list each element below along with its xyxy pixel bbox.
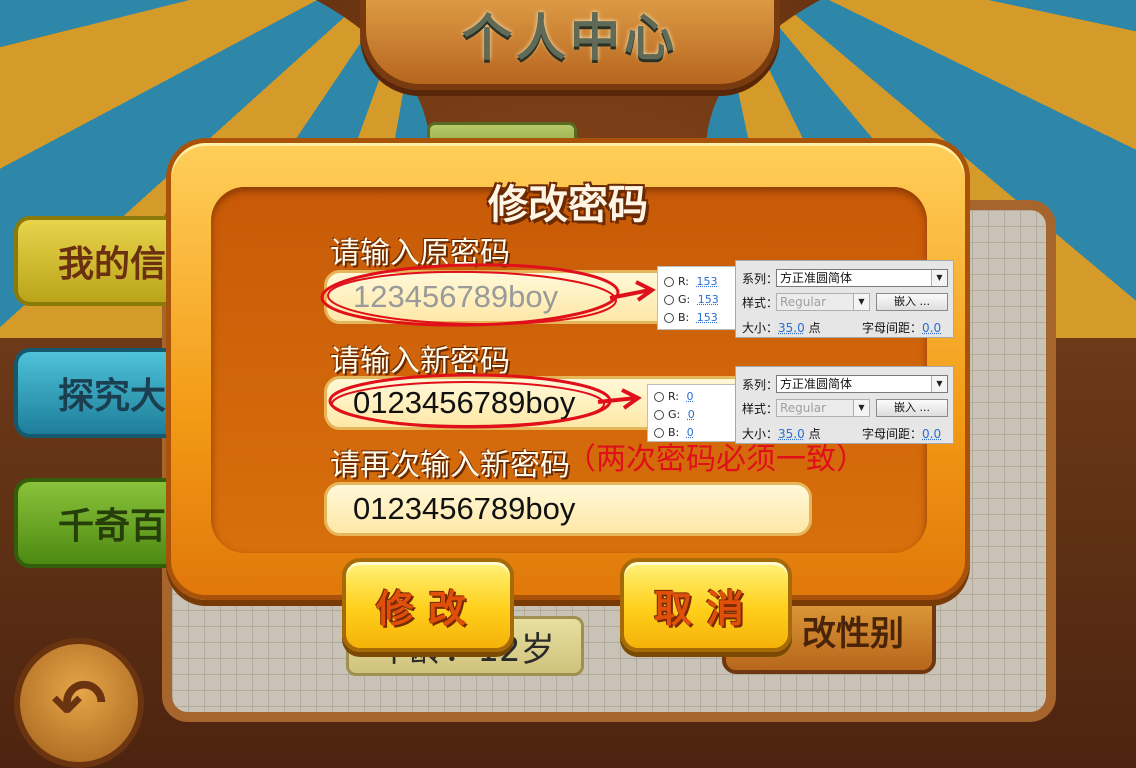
letter-spacing-value[interactable]: 0.0 bbox=[922, 321, 941, 335]
font-style-select[interactable]: Regular ▼ bbox=[776, 399, 870, 417]
spacing-label: 字母间距：0.0 bbox=[862, 425, 941, 442]
radio-b[interactable] bbox=[654, 427, 664, 438]
old-password-label: 请输入原密码 bbox=[330, 236, 510, 271]
rgb-panel-2: R: 0 G: 0 B: 0 bbox=[647, 384, 737, 442]
rgb-b-value[interactable]: 153 bbox=[697, 311, 718, 324]
font-family-select[interactable]: 方正准圆简体 ▼ bbox=[776, 269, 948, 287]
family-label: 系列： bbox=[742, 272, 779, 286]
new-password-label: 请输入新密码 bbox=[330, 344, 510, 379]
side-button-label: 我的信 bbox=[58, 244, 167, 285]
new-password-value: 0123456789boy bbox=[353, 385, 576, 420]
radio-b[interactable] bbox=[664, 312, 674, 323]
rgb-r-value[interactable]: 153 bbox=[697, 275, 718, 288]
font-style-value: Regular bbox=[780, 401, 827, 415]
size-label: 大小：35.0 点 bbox=[742, 425, 821, 442]
font-family-value: 方正准圆简体 bbox=[780, 271, 853, 285]
radio-r[interactable] bbox=[654, 391, 664, 402]
radio-r[interactable] bbox=[664, 276, 674, 287]
rgb-g-value[interactable]: 153 bbox=[698, 293, 719, 306]
modify-button-label: 修改 bbox=[375, 586, 480, 631]
chevron-down-icon: ▼ bbox=[931, 376, 947, 392]
chevron-down-icon: ▼ bbox=[853, 294, 869, 310]
spacing-label-text: 字母间距： bbox=[862, 427, 923, 441]
confirm-password-value: 0123456789boy bbox=[353, 491, 576, 526]
modify-button[interactable]: 修改 bbox=[342, 558, 514, 652]
rgb-panel-1: R: 153 G: 153 B: 153 bbox=[657, 266, 737, 330]
back-arrow-icon: ↶ bbox=[51, 664, 107, 742]
radio-g[interactable] bbox=[654, 409, 664, 420]
font-size-value[interactable]: 35.0 bbox=[778, 427, 805, 441]
back-button[interactable]: ↶ bbox=[14, 638, 144, 768]
letter-spacing-value[interactable]: 0.0 bbox=[922, 427, 941, 441]
size-unit: 点 bbox=[808, 427, 821, 441]
confirm-password-input[interactable]: 0123456789boy bbox=[324, 482, 812, 536]
font-style-value: Regular bbox=[780, 295, 827, 309]
spacing-label: 字母间距：0.0 bbox=[862, 319, 941, 336]
embed-button[interactable]: 嵌入 ... bbox=[876, 399, 948, 417]
embed-button[interactable]: 嵌入 ... bbox=[876, 293, 948, 311]
side-button-label: 千奇百 bbox=[58, 506, 167, 547]
old-password-value: 123456789boy bbox=[353, 279, 559, 314]
size-label: 大小：35.0 点 bbox=[742, 319, 821, 336]
font-family-value: 方正准圆简体 bbox=[780, 377, 853, 391]
page-title-plaque: 个人中心 bbox=[360, 0, 780, 90]
cancel-button[interactable]: 取消 bbox=[620, 558, 792, 652]
size-label-text: 大小： bbox=[742, 321, 779, 335]
font-style-select[interactable]: Regular ▼ bbox=[776, 293, 870, 311]
style-label: 样式： bbox=[742, 402, 779, 416]
chevron-down-icon: ▼ bbox=[853, 400, 869, 416]
font-panel-1: 系列： 方正准圆简体 ▼ 样式： Regular ▼ 嵌入 ... 大小：35.… bbox=[735, 260, 954, 338]
font-size-value[interactable]: 35.0 bbox=[778, 321, 805, 335]
change-gender-label: 改性别 bbox=[802, 613, 904, 654]
page-title: 个人中心 bbox=[462, 9, 678, 67]
cancel-button-label: 取消 bbox=[653, 586, 758, 631]
size-unit: 点 bbox=[808, 321, 821, 335]
style-label: 样式： bbox=[742, 296, 779, 310]
radio-g[interactable] bbox=[664, 294, 674, 305]
spacing-label-text: 字母间距： bbox=[862, 321, 923, 335]
font-panel-2: 系列： 方正准圆简体 ▼ 样式： Regular ▼ 嵌入 ... 大小：35.… bbox=[735, 366, 954, 444]
dialog-title: 修改密码 bbox=[488, 182, 648, 228]
font-family-select[interactable]: 方正准圆简体 ▼ bbox=[776, 375, 948, 393]
side-button-label: 探究大 bbox=[58, 376, 167, 417]
size-label-text: 大小： bbox=[742, 427, 779, 441]
rgb-g-value[interactable]: 0 bbox=[688, 408, 695, 421]
rgb-r-value[interactable]: 0 bbox=[687, 390, 694, 403]
rgb-b-value[interactable]: 0 bbox=[687, 426, 694, 439]
chevron-down-icon: ▼ bbox=[931, 270, 947, 286]
family-label: 系列： bbox=[742, 378, 779, 392]
confirm-password-label: 请再次输入新密码 bbox=[330, 448, 570, 483]
